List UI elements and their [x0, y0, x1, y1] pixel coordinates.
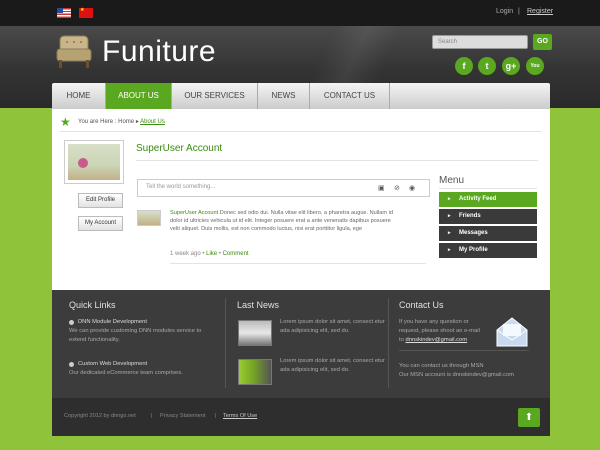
contact-us-heading: Contact Us	[399, 300, 444, 310]
arrow-up-icon: ⬆	[524, 412, 534, 423]
search-go-button[interactable]: GO	[533, 34, 552, 50]
armchair-logo-icon[interactable]	[55, 33, 93, 71]
nav-home[interactable]: HOME	[52, 83, 106, 109]
footer-divider	[388, 298, 389, 388]
news-thumbnail[interactable]	[238, 320, 272, 346]
facebook-icon[interactable]: f	[455, 57, 473, 75]
quick-link-title[interactable]: DNN Module Development	[78, 319, 147, 325]
quick-link-title[interactable]: Custom Web Development	[78, 361, 147, 367]
terms-link[interactable]: Terms Of Use	[223, 413, 257, 419]
breadcrumb: You are Here : Home ▸ About Us	[78, 119, 165, 125]
contact-line: request, please shoot an e-mail	[399, 328, 480, 334]
menu-item-activity-feed[interactable]: Activity Feed	[439, 192, 537, 207]
profile-photo-frame	[64, 140, 124, 184]
menu-divider	[439, 188, 537, 189]
page-title: SuperUser Account	[136, 143, 223, 154]
quick-link-dnn: DNN Module Development	[78, 318, 218, 327]
msn-account-text: Our MSN account is dnnskindev@gmail.com	[399, 372, 515, 378]
quick-links-heading: Quick Links	[69, 300, 116, 310]
search-input[interactable]: Search	[432, 35, 528, 49]
menu-item-my-profile[interactable]: My Profile	[439, 243, 537, 258]
news-text[interactable]: Lorem ipsum dolor sit amet, consect etur…	[280, 357, 390, 375]
attach-icon[interactable]: ⊘	[394, 184, 400, 192]
camera-icon[interactable]: ▣	[378, 184, 385, 192]
bottom-separator: |	[151, 413, 153, 419]
nav-about-us[interactable]: ABOUT US	[106, 83, 172, 109]
last-news-heading: Last News	[237, 300, 280, 310]
feed-time: 1 week ago	[170, 251, 201, 257]
privacy-link[interactable]: Privacy Statement	[160, 413, 205, 419]
quick-link-text: Our dedicated eCommerce team comprises.	[69, 370, 183, 376]
news-text[interactable]: Lorem ipsum dolor sit amet, consect etur…	[280, 318, 390, 336]
contact-line-to: to	[399, 337, 404, 343]
feed-meta: 1 week ago • Like • Comment	[170, 251, 249, 257]
nav-contact-us[interactable]: CONTACT US	[310, 83, 390, 109]
nav-our-services[interactable]: OUR SERVICES	[172, 83, 258, 109]
quick-link-text: We can provide customing DNN modules ser…	[69, 328, 202, 343]
msn-text: You can contact us through MSN	[399, 363, 484, 369]
menu-item-friends[interactable]: Friends	[439, 209, 537, 224]
comment-link[interactable]: Comment	[223, 251, 249, 257]
breadcrumb-prefix[interactable]: You are Here : Home	[78, 119, 134, 125]
bullet-icon	[69, 362, 74, 367]
youtube-icon[interactable]: You	[526, 57, 544, 75]
menu-item-messages[interactable]: Messages	[439, 226, 537, 241]
contact-line: to dnnskindev@gmail.com	[399, 336, 499, 345]
profile-photo[interactable]	[68, 144, 120, 180]
like-link[interactable]: Like	[206, 251, 217, 257]
contact-text: If you have any question or request, ple…	[399, 318, 499, 345]
china-flag-icon[interactable]	[79, 7, 93, 18]
google-plus-icon[interactable]: g+	[502, 57, 520, 75]
register-link[interactable]: Register	[527, 8, 553, 15]
contact-divider	[399, 350, 529, 351]
star-icon: ★	[60, 115, 71, 129]
top-separator: |	[518, 8, 520, 15]
nav-news[interactable]: NEWS	[258, 83, 310, 109]
news-thumbnail[interactable]	[238, 359, 272, 385]
quick-link-web: Custom Web Development	[78, 360, 218, 369]
footer-divider	[225, 298, 226, 388]
feed-divider	[170, 263, 426, 264]
feed-entry: SuperUser Account Donec sed odio dui. Nu…	[170, 209, 400, 234]
menu-title: Menu	[439, 175, 465, 186]
feed-avatar[interactable]	[137, 210, 161, 226]
twitter-icon[interactable]: t	[478, 57, 496, 75]
site-logo-text[interactable]: Funiture	[102, 35, 216, 69]
contact-line: If you have any question or	[399, 319, 469, 325]
copyright-text: Copyright 2012 by dnngo.net	[64, 413, 136, 419]
status-post-input[interactable]: Tell the world something...	[137, 179, 430, 197]
edit-profile-button[interactable]: Edit Profile	[78, 193, 123, 208]
us-flag-icon[interactable]	[57, 8, 71, 18]
main-navigation: HOME ABOUT US OUR SERVICES NEWS CONTACT …	[52, 83, 550, 109]
feed-user-link[interactable]: SuperUser Account	[170, 210, 218, 216]
eye-icon[interactable]: ◉	[409, 184, 415, 192]
divider	[60, 131, 542, 132]
breadcrumb-current[interactable]: About Us	[140, 119, 165, 125]
bullet-icon	[69, 320, 74, 325]
contact-email-link[interactable]: dnnskindev@gmail.com	[405, 337, 467, 343]
back-to-top-button[interactable]: ⬆	[518, 408, 540, 427]
title-divider	[136, 160, 538, 161]
bottom-separator: |	[215, 413, 217, 419]
login-link[interactable]: Login	[496, 8, 513, 15]
my-account-button[interactable]: My Account	[78, 216, 123, 231]
envelope-icon	[496, 317, 528, 347]
